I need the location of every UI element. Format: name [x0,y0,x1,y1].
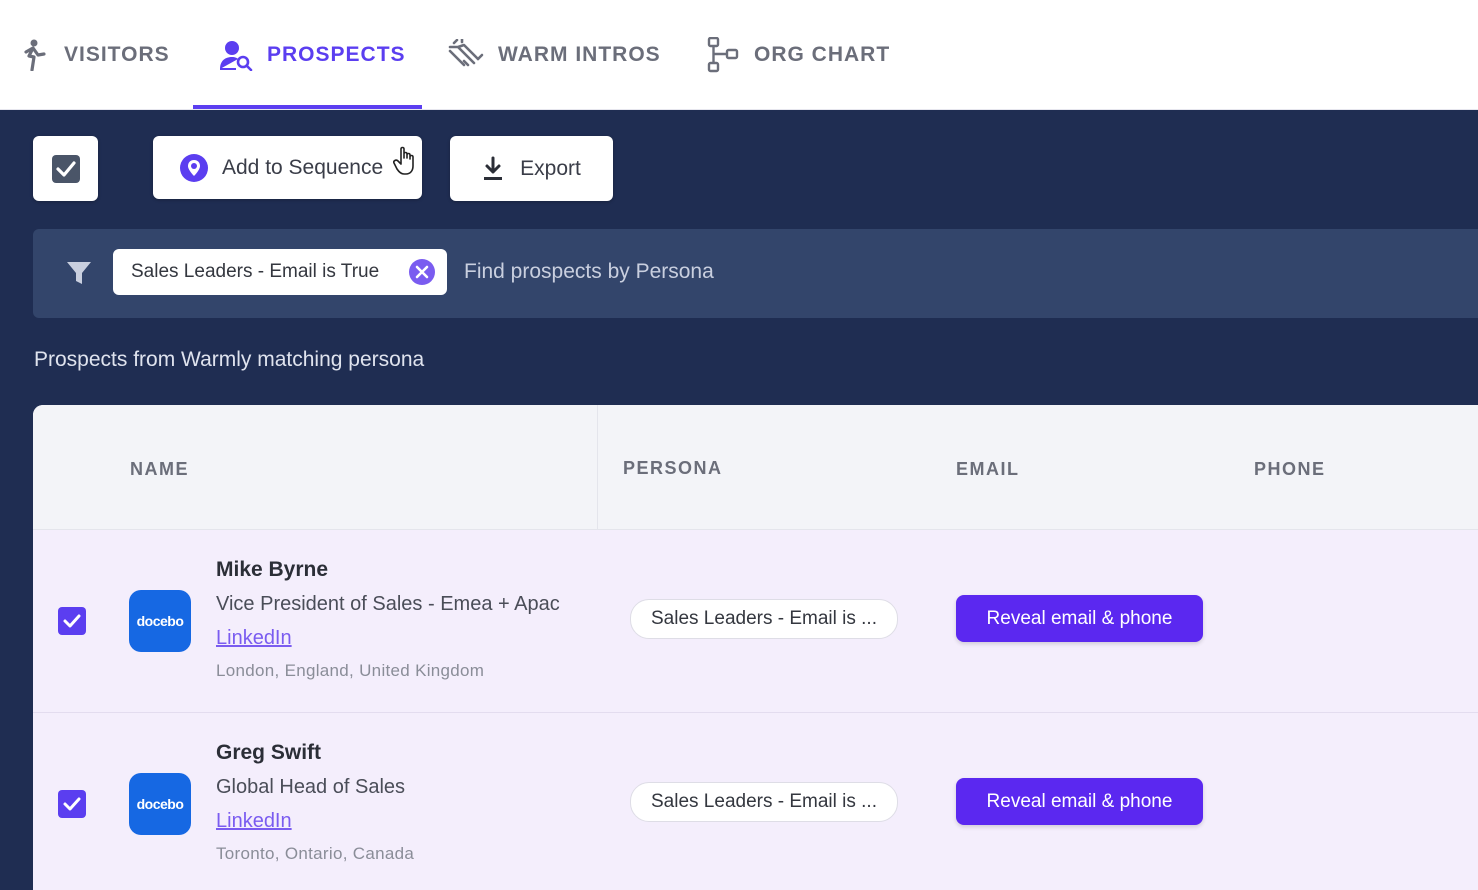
checkbox-checked-icon [51,154,80,183]
linkedin-link[interactable]: LinkedIn [216,810,292,833]
reveal-email-phone-button[interactable]: Reveal email & phone [956,595,1203,642]
persona-search-input[interactable]: Find prospects by Persona [464,260,714,284]
company-logo: docebo [129,590,191,652]
prospect-name: Mike Byrne [216,558,329,581]
remove-filter-icon[interactable] [409,259,435,290]
tab-org-chart[interactable]: ORG CHART [706,0,890,109]
tab-label: WARM INTROS [498,42,661,66]
table-header: NAME PERSONA EMAIL PHONE [33,405,1478,530]
filter-chip-label: Sales Leaders - Email is True [131,261,380,282]
prospect-name: Greg Swift [216,741,322,764]
prospect-location: Toronto, Ontario, Canada [216,844,415,863]
add-to-sequence-label: Add to Sequence [222,155,384,179]
linkedin-link[interactable]: LinkedIn [216,627,292,650]
sequence-icon [179,153,209,183]
export-label: Export [520,156,581,180]
tab-visitors[interactable]: VISITORS [22,0,170,109]
persona-badge: Sales Leaders - Email is ... [630,782,898,822]
prospect-title: Vice President of Sales - Emea + Apac [216,593,560,615]
filter-icon[interactable] [65,259,93,292]
table-row[interactable]: docebo Mike Byrne Vice President of Sale… [33,530,1478,713]
prospect-location: London, England, United Kingdom [216,661,485,680]
tab-label: PROSPECTS [267,42,406,66]
persona-badge: Sales Leaders - Email is ... [630,599,898,639]
column-header-phone[interactable]: PHONE [1254,459,1326,480]
active-tab-indicator [193,105,422,109]
row-checkbox[interactable] [58,607,86,635]
persona-filter-chip[interactable]: Sales Leaders - Email is True [113,249,447,295]
checkmark-icon [63,797,81,811]
row-checkbox[interactable] [58,790,86,818]
handshake-icon [448,38,484,71]
add-to-sequence-button[interactable]: Add to Sequence [153,136,422,199]
tab-prospects[interactable]: PROSPECTS [219,0,406,109]
prospect-title: Global Head of Sales [216,776,406,798]
person-search-icon [219,39,253,71]
column-header-persona[interactable]: PERSONA [623,458,723,479]
org-chart-icon [706,36,740,73]
top-nav: VISITORS PROSPECTS WARM INTROS ORG CHART [0,0,1478,110]
tab-label: VISITORS [64,42,170,66]
export-button[interactable]: Export [450,136,613,201]
tab-warm-intros[interactable]: WARM INTROS [448,0,661,109]
reveal-email-phone-button[interactable]: Reveal email & phone [956,778,1203,825]
filter-bar: Sales Leaders - Email is True Find prosp… [33,229,1478,318]
column-header-email[interactable]: EMAIL [956,459,1020,480]
prospects-table: NAME PERSONA EMAIL PHONE docebo Mike Byr… [33,405,1478,890]
column-divider [597,405,598,529]
column-header-name[interactable]: NAME [130,459,189,480]
select-all-checkbox[interactable] [33,136,98,201]
results-caption: Prospects from Warmly matching persona [34,348,425,371]
hand-cursor-icon [393,145,419,182]
download-icon [482,156,504,182]
table-row[interactable]: docebo Greg Swift Global Head of Sales L… [33,713,1478,890]
tab-label: ORG CHART [754,42,891,66]
checkmark-icon [63,614,81,628]
walking-person-icon [22,39,50,71]
company-logo: docebo [129,773,191,835]
